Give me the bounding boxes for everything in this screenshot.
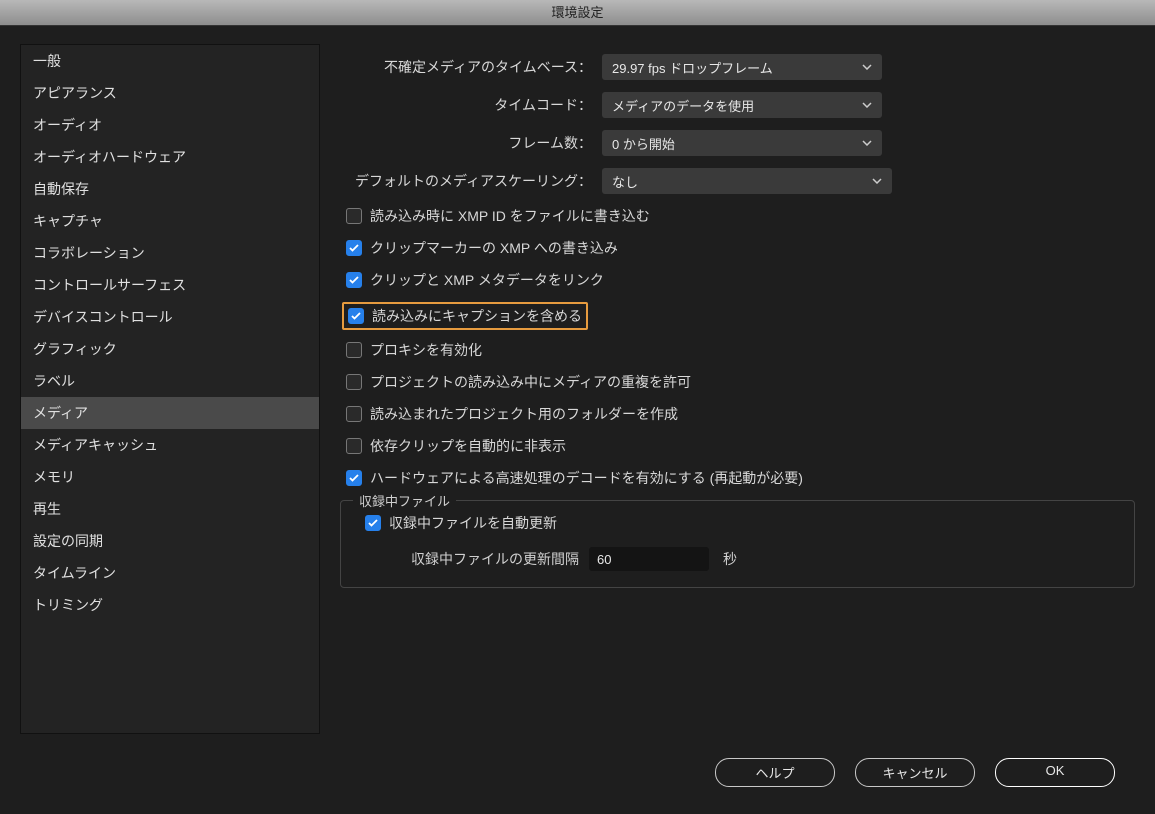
checkbox-auto-refresh[interactable]	[365, 515, 381, 531]
sidebar-item[interactable]: タイムライン	[21, 557, 319, 589]
label-scaling: デフォルトのメディアスケーリング：	[340, 171, 602, 191]
dropdown-framecount[interactable]: 0 から開始	[602, 130, 882, 156]
label-framecount: フレーム数：	[340, 133, 602, 153]
dialog-footer: ヘルプ キャンセル OK	[0, 744, 1155, 787]
checkbox[interactable]	[348, 308, 364, 324]
label-interval: 収録中ファイルの更新間隔	[411, 549, 579, 569]
checkbox-row: プロキシを有効化	[340, 340, 1135, 360]
preferences-main: 不確定メディアのタイムベース： 29.97 fps ドロップフレーム タイムコー…	[340, 44, 1135, 734]
ok-button[interactable]: OK	[995, 758, 1115, 787]
sidebar-item[interactable]: ラベル	[21, 365, 319, 397]
checkbox-label: プロジェクトの読み込み中にメディアの重複を許可	[370, 372, 691, 392]
row-auto-refresh: 収録中ファイルを自動更新	[357, 513, 1118, 533]
checkbox-row: プロジェクトの読み込み中にメディアの重複を許可	[340, 372, 1135, 392]
checkbox-row: 読み込み時に XMP ID をファイルに書き込む	[340, 206, 1135, 226]
cancel-button[interactable]: キャンセル	[855, 758, 975, 787]
label-timecode: タイムコード：	[340, 95, 602, 115]
checkbox-label: 読み込みにキャプションを含める	[372, 306, 582, 326]
unit-interval: 秒	[723, 549, 737, 569]
fieldset-recording-files: 収録中ファイル 収録中ファイルを自動更新 収録中ファイルの更新間隔 秒	[340, 500, 1135, 588]
dropdown-timebase-value: 29.97 fps ドロップフレーム	[612, 58, 773, 77]
label-auto-refresh: 収録中ファイルを自動更新	[389, 513, 557, 533]
checkbox-row: クリップと XMP メタデータをリンク	[340, 270, 1135, 290]
sidebar-item[interactable]: 再生	[21, 493, 319, 525]
checkbox-label: 読み込まれたプロジェクト用のフォルダーを作成	[370, 404, 678, 424]
checkbox-label: クリップマーカーの XMP への書き込み	[370, 238, 618, 258]
dropdown-scaling-value: なし	[612, 172, 638, 191]
sidebar-item[interactable]: トリミング	[21, 589, 319, 621]
highlight-box: 読み込みにキャプションを含める	[342, 302, 588, 330]
checkbox-group: 読み込み時に XMP ID をファイルに書き込むクリップマーカーの XMP への…	[340, 206, 1135, 488]
chevron-down-icon	[862, 140, 872, 146]
sidebar-item[interactable]: デバイスコントロール	[21, 301, 319, 333]
sidebar-item[interactable]: オーディオハードウェア	[21, 141, 319, 173]
sidebar-item[interactable]: 設定の同期	[21, 525, 319, 557]
checkbox-row: 読み込みにキャプションを含める	[348, 306, 582, 326]
sidebar-item[interactable]: メモリ	[21, 461, 319, 493]
dropdown-scaling[interactable]: なし	[602, 168, 892, 194]
checkbox-row: 読み込まれたプロジェクト用のフォルダーを作成	[340, 404, 1135, 424]
sidebar-item[interactable]: 一般	[21, 45, 319, 77]
checkbox-label: プロキシを有効化	[370, 340, 482, 360]
checkbox-label: ハードウェアによる高速処理のデコードを有効にする (再起動が必要)	[370, 468, 803, 488]
dropdown-timecode-value: メディアのデータを使用	[612, 96, 754, 115]
checkbox[interactable]	[346, 470, 362, 486]
sidebar-item[interactable]: グラフィック	[21, 333, 319, 365]
dropdown-framecount-value: 0 から開始	[612, 134, 675, 153]
chevron-down-icon	[862, 102, 872, 108]
sidebar-item[interactable]: メディアキャッシュ	[21, 429, 319, 461]
window-title: 環境設定	[551, 5, 603, 20]
checkbox-row: ハードウェアによる高速処理のデコードを有効にする (再起動が必要)	[340, 468, 1135, 488]
checkbox[interactable]	[346, 208, 362, 224]
sidebar-item[interactable]: オーディオ	[21, 109, 319, 141]
sidebar-item[interactable]: アピアランス	[21, 77, 319, 109]
input-interval[interactable]	[589, 547, 709, 571]
chevron-down-icon	[872, 178, 882, 184]
checkbox-row: クリップマーカーの XMP への書き込み	[340, 238, 1135, 258]
sidebar-item[interactable]: キャプチャ	[21, 205, 319, 237]
preferences-sidebar: 一般アピアランスオーディオオーディオハードウェア自動保存キャプチャコラボレーショ…	[20, 44, 320, 734]
dropdown-timebase[interactable]: 29.97 fps ドロップフレーム	[602, 54, 882, 80]
checkbox[interactable]	[346, 240, 362, 256]
checkbox-label: 読み込み時に XMP ID をファイルに書き込む	[370, 206, 650, 226]
window-titlebar: 環境設定	[0, 0, 1155, 26]
help-button[interactable]: ヘルプ	[715, 758, 835, 787]
checkbox[interactable]	[346, 342, 362, 358]
dialog-content: 一般アピアランスオーディオオーディオハードウェア自動保存キャプチャコラボレーショ…	[0, 26, 1155, 744]
checkbox[interactable]	[346, 272, 362, 288]
row-framecount: フレーム数： 0 から開始	[340, 130, 1135, 156]
row-timecode: タイムコード： メディアのデータを使用	[340, 92, 1135, 118]
checkbox[interactable]	[346, 438, 362, 454]
chevron-down-icon	[862, 64, 872, 70]
sidebar-item[interactable]: コントロールサーフェス	[21, 269, 319, 301]
sidebar-item[interactable]: コラボレーション	[21, 237, 319, 269]
label-timebase: 不確定メディアのタイムベース：	[340, 57, 602, 77]
row-scaling: デフォルトのメディアスケーリング： なし	[340, 168, 1135, 194]
dropdown-timecode[interactable]: メディアのデータを使用	[602, 92, 882, 118]
checkbox[interactable]	[346, 406, 362, 422]
sidebar-item[interactable]: メディア	[21, 397, 319, 429]
fieldset-legend: 収録中ファイル	[353, 491, 456, 510]
checkbox[interactable]	[346, 374, 362, 390]
row-timebase: 不確定メディアのタイムベース： 29.97 fps ドロップフレーム	[340, 54, 1135, 80]
sidebar-item[interactable]: 自動保存	[21, 173, 319, 205]
row-interval: 収録中ファイルの更新間隔 秒	[357, 547, 1118, 571]
checkbox-label: 依存クリップを自動的に非表示	[370, 436, 566, 456]
checkbox-row: 依存クリップを自動的に非表示	[340, 436, 1135, 456]
checkbox-label: クリップと XMP メタデータをリンク	[370, 270, 604, 290]
